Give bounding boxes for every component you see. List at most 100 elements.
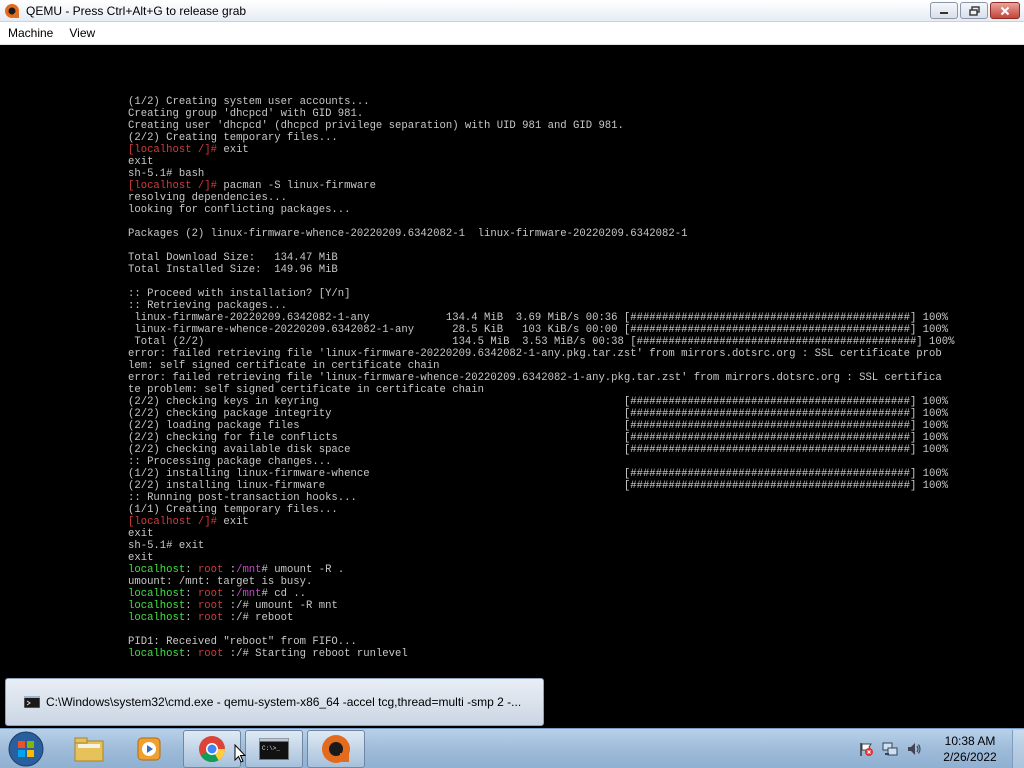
start-button[interactable] (4, 730, 48, 768)
terminal-text: root (197, 648, 224, 660)
terminal-text: localhost (128, 648, 186, 660)
terminal-text: :: Running post-transaction hooks... (128, 492, 357, 504)
mouse-cursor-icon (234, 744, 246, 763)
terminal-text: sh-5.1# bash (128, 168, 205, 180)
terminal-text: (2/2) checking available disk space [###… (128, 444, 949, 456)
terminal-text: Packages (2) linux-firmware-whence-20220… (128, 228, 688, 240)
terminal-text: umount: /mnt: target is busy. (128, 576, 313, 588)
terminal-line: PID1: Received "reboot" from FIFO... (128, 636, 1008, 648)
terminal-text: : (223, 588, 237, 600)
terminal-text: : (185, 564, 198, 576)
guest-console[interactable]: (1/2) Creating system user accounts... Cr… (0, 45, 1024, 728)
taskbar-thumbnail-preview[interactable]: C:\Windows\system32\cmd.exe - qemu-syste… (5, 678, 544, 726)
volume-icon[interactable] (906, 741, 922, 757)
terminal-text: exit (128, 156, 154, 168)
close-button[interactable] (990, 2, 1020, 19)
menu-view[interactable]: View (61, 26, 103, 40)
terminal-text: [localhost /]# (128, 516, 224, 528)
terminal-line: Total (2/2) 134.5 MiB 3.53 MiB/s 00:38 [… (128, 336, 1008, 348)
terminal-text: resolving dependencies... (128, 192, 287, 204)
terminal-text: # cd .. (261, 588, 307, 600)
minimize-button[interactable] (930, 2, 958, 19)
terminal-line: Total Download Size: 134.47 MiB (128, 252, 1008, 264)
title-bar[interactable]: QEMU - Press Ctrl+Alt+G to release grab (0, 0, 1024, 22)
windows-logo-icon (8, 731, 44, 767)
terminal-line: Creating user 'dhcpcd' (dhcpcd privilege… (128, 120, 1008, 132)
terminal-text: exit (223, 516, 249, 528)
terminal-line: :: Proceed with installation? [Y/n] (128, 288, 1008, 300)
terminal-text: Creating user 'dhcpcd' (dhcpcd privilege… (128, 120, 624, 132)
terminal-text: /mnt (236, 564, 262, 576)
terminal-icon: C:\>_ (259, 738, 289, 760)
terminal-text: (2/2) checking package integrity [######… (128, 408, 949, 420)
show-desktop-button[interactable] (1012, 730, 1024, 768)
clock-time: 10:38 AM (944, 734, 996, 748)
terminal-text: [localhost /]# (128, 144, 224, 156)
terminal-text: error: failed retrieving file 'linux-fir… (128, 348, 942, 360)
terminal-text: root (197, 588, 224, 600)
menu-machine[interactable]: Machine (0, 26, 61, 40)
close-icon (1000, 6, 1010, 15)
terminal-line: (2/2) Creating temporary files... (128, 132, 1008, 144)
terminal-text: localhost (128, 588, 186, 600)
clock-date: 2/26/2022 (943, 750, 997, 764)
terminal-text: Total Download Size: 134.47 MiB (128, 252, 338, 264)
taskbar-media-player[interactable] (120, 730, 178, 768)
terminal-text: looking for conflicting packages... (128, 204, 351, 216)
terminal-line: error: failed retrieving file 'linux-fir… (128, 372, 1008, 384)
terminal-line: :: Running post-transaction hooks... (128, 492, 1008, 504)
terminal-text: (1/1) Creating temporary files... (128, 504, 338, 516)
terminal-line: resolving dependencies... (128, 192, 1008, 204)
preview-window-title: C:\Windows\system32\cmd.exe - qemu-syste… (46, 695, 522, 709)
restore-icon (968, 5, 980, 16)
terminal-line: :: Processing package changes... (128, 456, 1008, 468)
terminal-line: umount: /mnt: target is busy. (128, 576, 1008, 588)
terminal-text: (2/2) Creating temporary files... (128, 132, 338, 144)
action-center-flag-icon[interactable] (858, 741, 874, 757)
window-title: QEMU - Press Ctrl+Alt+G to release grab (26, 3, 247, 18)
terminal-text: root (197, 564, 224, 576)
terminal-text: root (197, 612, 224, 624)
network-icon[interactable] (882, 741, 898, 757)
taskbar-cmd[interactable]: C:\>_ (245, 730, 303, 768)
taskbar-chrome[interactable] (183, 730, 241, 768)
terminal-text: lem: self signed certificate in certific… (128, 360, 440, 372)
terminal-text: (1/2) installing linux-firmware-whence [… (128, 468, 949, 480)
terminal-line: (2/2) checking available disk space [###… (128, 444, 1008, 456)
terminal-text: exit (128, 528, 154, 540)
taskbar-qemu[interactable] (307, 730, 365, 768)
terminal-text: root (197, 600, 224, 612)
terminal-line: (2/2) checking package integrity [######… (128, 408, 1008, 420)
folder-icon (74, 737, 104, 762)
terminal-text: localhost (128, 564, 186, 576)
terminal-text: Total (2/2) 134.5 MiB 3.53 MiB/s 00:38 [… (128, 336, 955, 348)
terminal-line: Packages (2) linux-firmware-whence-20220… (128, 228, 1008, 240)
terminal-line: :: Retrieving packages... (128, 300, 1008, 312)
terminal-line: error: failed retrieving file 'linux-fir… (128, 348, 1008, 360)
terminal-line: Total Installed Size: 149.96 MiB (128, 264, 1008, 276)
terminal-text: : (185, 612, 198, 624)
terminal-line: localhost: root :/# Starting reboot runl… (128, 648, 1008, 660)
system-tray: 10:38 AM 2/26/2022 (858, 729, 1024, 768)
cmd-icon (24, 696, 40, 708)
taskbar-explorer[interactable] (60, 730, 118, 768)
terminal-text: exit (223, 144, 249, 156)
terminal-text: Creating group 'dhcpcd' with GID 981. (128, 108, 364, 120)
terminal-line: (2/2) installing linux-firmware [#######… (128, 480, 1008, 492)
terminal-line: sh-5.1# bash (128, 168, 1008, 180)
terminal-line: localhost: root :/# reboot (128, 612, 1008, 624)
restore-button[interactable] (960, 2, 988, 19)
terminal-text: : (223, 564, 237, 576)
terminal-line: Creating group 'dhcpcd' with GID 981. (128, 108, 1008, 120)
terminal-text: (2/2) installing linux-firmware [#######… (128, 480, 949, 492)
terminal-text: Total Installed Size: 149.96 MiB (128, 264, 338, 276)
clock[interactable]: 10:38 AM 2/26/2022 (934, 733, 1006, 765)
terminal-text: exit (128, 552, 154, 564)
terminal-line: (1/2) installing linux-firmware-whence [… (128, 468, 1008, 480)
terminal-text: :: Retrieving packages... (128, 300, 287, 312)
minimize-icon (940, 11, 948, 14)
